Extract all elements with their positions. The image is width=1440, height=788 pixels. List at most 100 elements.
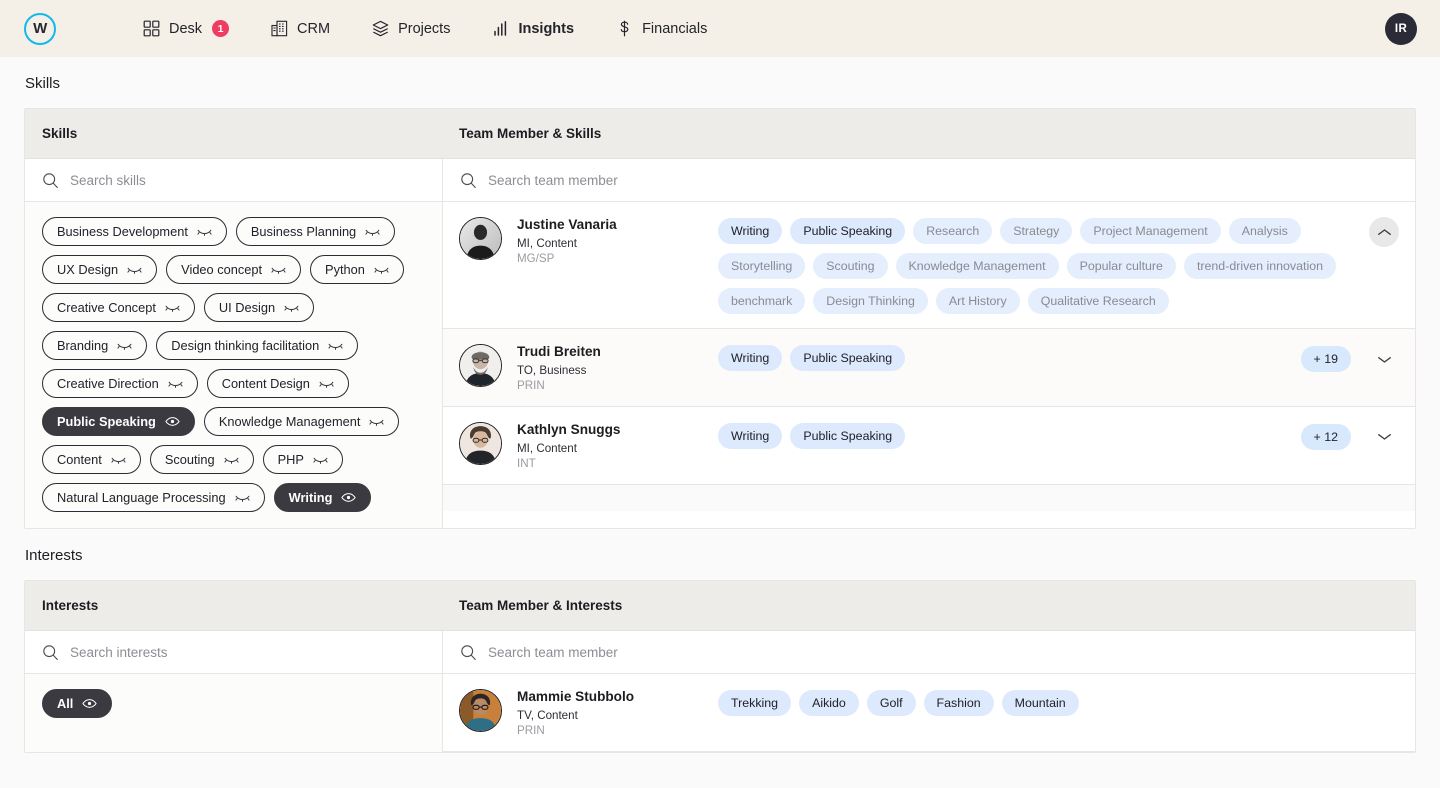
matched-tag[interactable]: Fashion: [923, 690, 994, 716]
filter-chip[interactable]: Python: [310, 255, 404, 284]
filter-chip[interactable]: Knowledge Management: [203, 407, 400, 436]
other-tag[interactable]: trend-driven innovation: [1183, 253, 1337, 279]
skills-section-title: Skills: [25, 75, 61, 92]
nav-item-label: Financials: [642, 20, 708, 37]
matched-tag[interactable]: Writing: [718, 422, 783, 449]
member-role: MI, Content: [517, 236, 577, 250]
filter-chip[interactable]: Creative Direction: [42, 369, 198, 398]
eye-icon: [82, 699, 98, 708]
user-avatar[interactable]: IR: [1385, 13, 1417, 45]
other-tag[interactable]: Project Management: [1080, 218, 1221, 244]
other-tag[interactable]: Storytelling: [718, 253, 806, 279]
nav-item-crm[interactable]: CRM: [250, 0, 351, 57]
avatar-image: [460, 690, 501, 731]
skills-panel-body: Search skills Business Development Busine…: [25, 159, 1415, 528]
filter-chip[interactable]: Design thinking facilitation: [156, 331, 359, 360]
avatar: [459, 344, 502, 387]
other-tag[interactable]: Popular culture: [1066, 253, 1176, 279]
other-tag[interactable]: Analysis: [1228, 218, 1301, 244]
search-interests-row[interactable]: Search interests: [25, 631, 442, 674]
other-tag[interactable]: Strategy: [1000, 218, 1073, 244]
filter-chip[interactable]: Public Speaking: [42, 407, 195, 436]
filter-chip-label: Scouting: [164, 452, 215, 467]
matched-tag[interactable]: Writing: [718, 218, 783, 244]
eye-icon: [341, 493, 357, 502]
expand-row-button[interactable]: [1369, 422, 1399, 452]
filter-chip[interactable]: Writing: [273, 483, 372, 512]
table-row[interactable]: Trudi Breiten TO, Business PRIN Writing Publ…: [443, 329, 1415, 407]
filter-chip[interactable]: Business Planning: [235, 217, 396, 246]
skills-member-rows: Justine Vanaria MI, Content MG/SP Writing Pu…: [443, 202, 1415, 485]
member-role: MI, Content: [517, 441, 577, 455]
expand-row-button[interactable]: [1369, 344, 1399, 374]
filter-chip[interactable]: UX Design: [42, 255, 158, 284]
other-tag[interactable]: Knowledge Management: [895, 253, 1059, 279]
member-identity: Mammie Stubbolo TV, Content PRIN: [502, 688, 718, 737]
filter-chip[interactable]: Video concept: [166, 255, 302, 284]
more-tags-count[interactable]: + 19: [1300, 346, 1351, 372]
matched-tag[interactable]: Trekking: [718, 690, 792, 716]
collapse-row-button[interactable]: [1369, 217, 1399, 247]
search-interests-placeholder: Search interests: [70, 644, 168, 660]
search-icon: [461, 644, 476, 660]
other-tag[interactable]: Research: [913, 218, 993, 244]
matched-tag[interactable]: Golf: [866, 690, 916, 716]
eye-off-icon: [165, 305, 180, 312]
other-tag[interactable]: Scouting: [813, 253, 888, 279]
more-tags-count[interactable]: + 12: [1300, 423, 1351, 450]
filter-chip[interactable]: Branding: [42, 331, 148, 360]
filter-chip[interactable]: Content: [42, 445, 141, 474]
filter-chip-label: PHP: [277, 452, 304, 467]
dollar-icon: [620, 20, 629, 37]
filter-chip[interactable]: UI Design: [203, 293, 315, 322]
nav-item-label: Insights: [518, 20, 575, 37]
search-team-member-row[interactable]: Search team member: [443, 159, 1415, 202]
filter-chip-label: Content Design: [221, 376, 310, 391]
filter-chip-label: UI Design: [218, 300, 276, 315]
nav-item-projects[interactable]: Projects: [351, 0, 471, 57]
filter-chip[interactable]: Content Design: [206, 369, 349, 398]
filter-chip-label: Creative Direction: [57, 376, 159, 391]
filter-chip[interactable]: Creative Concept: [42, 293, 195, 322]
eye-off-icon: [111, 457, 126, 464]
filter-chip-label: Natural Language Processing: [57, 490, 226, 505]
row-actions: + 19: [1300, 343, 1399, 374]
filter-chip[interactable]: PHP: [262, 445, 343, 474]
matched-tag[interactable]: Public Speaking: [790, 345, 906, 371]
filter-chip[interactable]: Scouting: [149, 445, 254, 474]
matched-tag[interactable]: Public Speaking: [790, 422, 906, 449]
interests-section-title: Interests: [25, 547, 83, 564]
other-tag[interactable]: Qualitative Research: [1027, 288, 1169, 314]
filter-chip-label: UX Design: [57, 262, 119, 277]
table-row[interactable]: Kathlyn Snuggs MI, Content INT Writing Publi…: [443, 407, 1415, 485]
matched-tag[interactable]: Mountain: [1001, 690, 1079, 716]
other-tag[interactable]: Design Thinking: [813, 288, 928, 314]
filter-chip[interactable]: Natural Language Processing: [42, 483, 265, 512]
eye-off-icon: [117, 343, 132, 350]
filter-chip[interactable]: Business Development: [42, 217, 227, 246]
other-tag[interactable]: Art History: [935, 288, 1020, 314]
nav-item-financials[interactable]: Financials: [595, 0, 728, 57]
table-row[interactable]: Mammie Stubbolo TV, Content PRIN Trekking Ai…: [443, 674, 1415, 752]
skills-column-header: Skills: [42, 126, 78, 141]
search-skills-row[interactable]: Search skills: [25, 159, 442, 202]
matched-tag[interactable]: Aikido: [799, 690, 859, 716]
filter-chip-label: All: [57, 696, 74, 711]
filter-chip[interactable]: All: [42, 689, 113, 718]
app-logo[interactable]: W: [24, 12, 56, 45]
other-tag[interactable]: benchmark: [718, 288, 806, 314]
filter-chip-label: Business Development: [57, 224, 188, 239]
nav-item-desk[interactable]: Desk 1: [122, 0, 250, 57]
filter-chip-label: Branding: [57, 338, 109, 353]
page-content: Skills Skills Team Member & Skills Searc…: [0, 75, 1440, 753]
table-row[interactable]: Justine Vanaria MI, Content MG/SP Writing Pu…: [443, 202, 1415, 329]
search-team-member-row[interactable]: Search team member: [443, 631, 1415, 674]
interests-members-column: Search team member Mammie Stubbolo TV, Co…: [443, 631, 1415, 752]
member-level: PRIN: [517, 378, 545, 392]
row-actions: [1369, 216, 1399, 247]
search-icon: [43, 644, 58, 660]
matched-tag[interactable]: Public Speaking: [790, 218, 906, 244]
matched-tag[interactable]: Writing: [718, 345, 783, 371]
nav-item-insights[interactable]: Insights: [471, 0, 595, 57]
interests-filter-column: Search interests All: [25, 631, 443, 752]
